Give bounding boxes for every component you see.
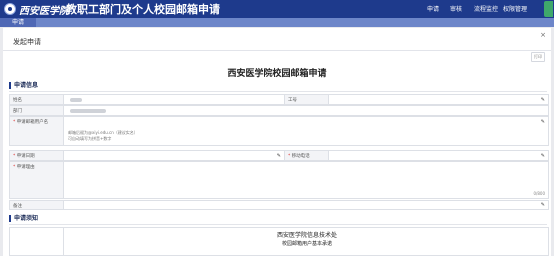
divider [9, 224, 547, 225]
reason-textarea[interactable]: 0/800 [63, 162, 548, 198]
date-label: 申请日期 [10, 151, 63, 160]
close-icon[interactable]: × [540, 31, 546, 39]
top-header: 西安医学院 教职工部门及个人校园邮箱申请 申请 审核 流程监控 权限管理 [0, 0, 554, 18]
blurred-name [70, 98, 82, 102]
department-field[interactable] [63, 106, 548, 115]
phone-label: 移动电话 [284, 151, 328, 160]
edit-icon[interactable]: ✎ [541, 119, 545, 125]
edit-icon[interactable]: ✎ [541, 153, 545, 159]
account-hint-2: 可自动填写为拼音+数字 [68, 136, 112, 141]
name-label: 姓名 [10, 95, 63, 104]
form-title: 西安医学院校园邮箱申请 [227, 69, 327, 79]
edit-icon[interactable]: ✎ [277, 153, 281, 159]
staff-id-label: 工号 [284, 95, 328, 104]
section-application-info: 申请信息 [9, 82, 38, 89]
panel-title: 发起申请 [13, 38, 41, 46]
account-field[interactable]: 邮箱后缀为@xiyi.edu.cn（建议实名） 可自动填写为拼音+数字 ✎ [63, 117, 548, 145]
section-notice: 申请须知 [9, 215, 38, 222]
tab-apply[interactable]: 申请 [0, 18, 36, 27]
row-date-phone: 申请日期 ✎ 移动电话 ✎ [9, 150, 549, 161]
account-label: 申请邮箱用户名 [10, 117, 63, 145]
row-name-id: 姓名 工号 ✎ [9, 94, 549, 105]
row-account: 申请邮箱用户名 邮箱后缀为@xiyi.edu.cn（建议实名） 可自动填写为拼音… [9, 116, 549, 146]
school-name: 西安医学院 [19, 6, 69, 17]
nav-review[interactable]: 审核 [450, 4, 462, 13]
application-panel: 发起申请 × 打印 西安医学院校园邮箱申请 申请信息 姓名 工号 ✎ 部门 申请… [3, 28, 551, 256]
notice-org: 西安医学院信息技术处 [276, 232, 337, 239]
edit-icon[interactable]: ✎ [541, 97, 545, 103]
notice-subtitle: 校园邮箱用户基本承诺 [281, 241, 332, 247]
nav-apply[interactable]: 申请 [427, 4, 439, 13]
reason-label: 申请理由 [10, 162, 63, 198]
avatar[interactable] [544, 1, 553, 17]
date-field[interactable]: ✎ [63, 151, 284, 160]
phone-field[interactable]: ✎ [328, 151, 548, 160]
notice-content: 西安医学院信息技术处 校园邮箱用户基本承诺 [63, 228, 550, 255]
sub-navigation: 申请 [0, 18, 554, 27]
remark-label: 备注 [10, 201, 63, 209]
print-button[interactable]: 打印 [531, 52, 545, 62]
row-remark: 备注 ✎ [9, 200, 549, 210]
remark-field[interactable]: ✎ [63, 201, 548, 209]
name-field [63, 95, 284, 104]
divider [9, 91, 547, 92]
notice-box: 西安医学院信息技术处 校园邮箱用户基本承诺 [9, 227, 549, 256]
edit-icon[interactable]: ✎ [541, 202, 545, 208]
divider [3, 50, 551, 51]
app-title: 教职工部门及个人校园邮箱申请 [66, 3, 220, 16]
reason-char-counter: 0/800 [533, 191, 545, 196]
nav-monitor[interactable]: 流程监控 [474, 4, 498, 13]
school-logo-icon [4, 3, 16, 15]
row-reason: 申请理由 0/800 [9, 161, 549, 199]
nav-permissions[interactable]: 权限管理 [503, 4, 527, 13]
row-department: 部门 [9, 105, 549, 116]
blurred-department [70, 109, 106, 113]
department-label: 部门 [10, 106, 63, 115]
staff-id-field[interactable]: ✎ [328, 95, 548, 104]
